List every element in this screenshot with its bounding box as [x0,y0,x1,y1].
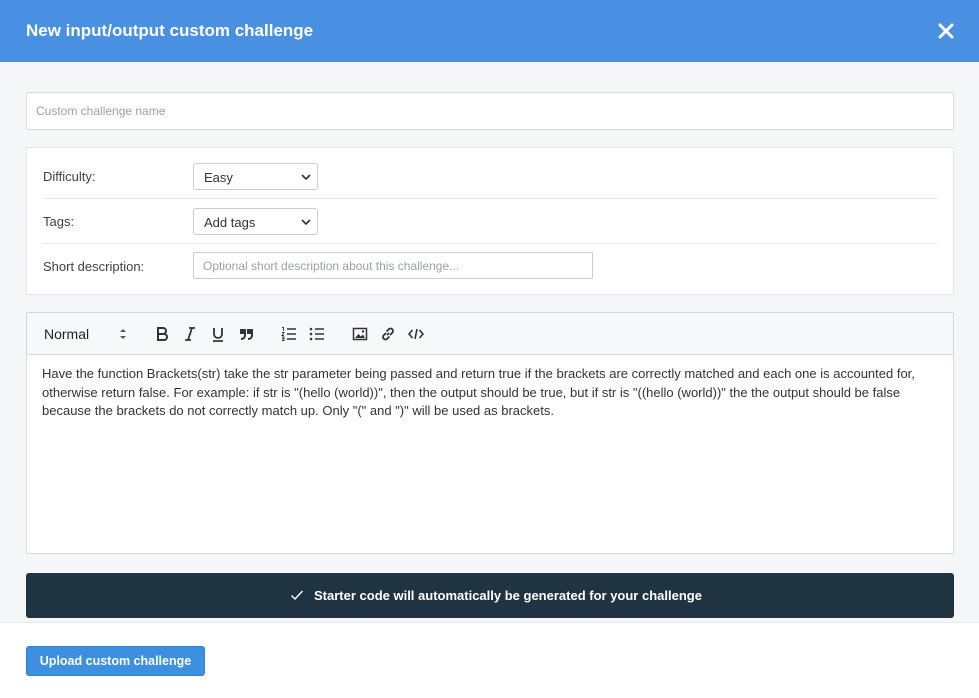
close-icon[interactable] [934,19,958,43]
short-description-label: Short description: [43,259,145,274]
starter-code-message: Starter code will automatically be gener… [314,588,702,603]
check-icon [291,590,304,601]
underline-icon[interactable] [209,325,227,343]
tags-label: Tags: [43,214,75,229]
chevron-down-icon [301,174,311,181]
tags-row: Tags: Add tags [43,199,938,244]
bullet-list-icon[interactable] [308,325,326,343]
editor-toolbar: Normal [27,313,953,355]
text-format-value: Normal [44,326,90,342]
upload-challenge-button[interactable]: Upload custom challenge [26,646,205,676]
modal-header: New input/output custom challenge [0,0,979,62]
link-icon[interactable] [379,325,397,343]
difficulty-label: Difficulty: [43,169,96,184]
short-description-row: Short description: [43,244,938,289]
sort-arrows-icon [120,329,126,339]
quote-icon[interactable] [237,325,255,343]
properties-panel: Difficulty: Easy Tags: Add tags Short de… [26,147,954,295]
text-format-select[interactable]: Normal [44,325,130,343]
short-description-input[interactable] [193,252,593,279]
editor-content[interactable]: Have the function Brackets(str) take the… [42,365,942,421]
bold-icon[interactable] [153,325,171,343]
modal-title: New input/output custom challenge [26,21,314,40]
image-icon[interactable] [351,325,369,343]
chevron-down-icon [301,219,311,226]
difficulty-select[interactable]: Easy [193,163,318,190]
ordered-list-icon[interactable] [280,325,298,343]
modal-footer: Upload custom challenge [0,622,979,698]
starter-code-banner: Starter code will automatically be gener… [26,573,954,618]
description-editor: Normal Have the function Brackets(str) t… [26,312,954,554]
code-icon[interactable] [407,325,425,343]
tags-select[interactable]: Add tags [193,208,318,235]
tags-value: Add tags [204,215,256,230]
difficulty-row: Difficulty: Easy [43,154,938,199]
challenge-name-input[interactable] [26,92,954,130]
difficulty-value: Easy [204,170,233,185]
italic-icon[interactable] [181,325,199,343]
